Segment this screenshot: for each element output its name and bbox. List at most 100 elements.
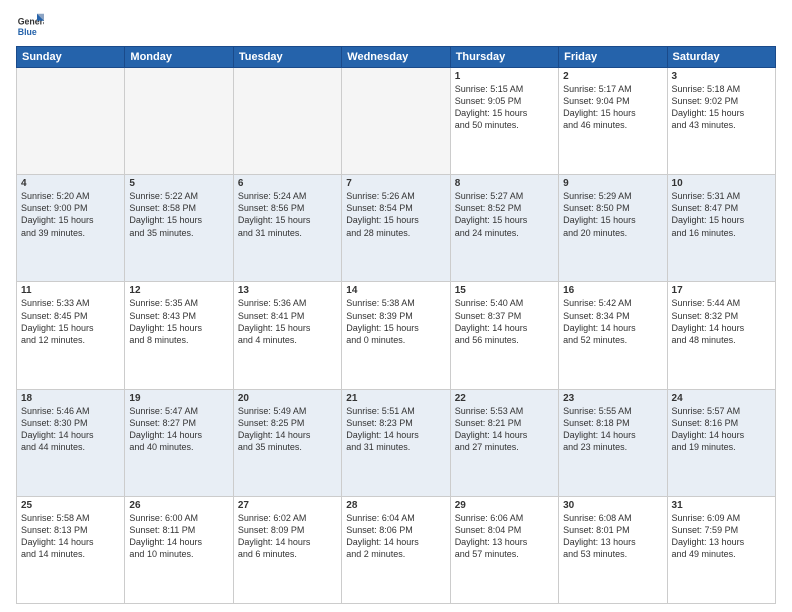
day-number: 15 <box>455 285 554 296</box>
day-info: Sunrise: 5:22 AM Sunset: 8:58 PM Dayligh… <box>129 190 228 239</box>
day-number: 19 <box>129 393 228 404</box>
calendar-cell: 9Sunrise: 5:29 AM Sunset: 8:50 PM Daylig… <box>559 175 667 282</box>
day-number: 14 <box>346 285 445 296</box>
day-info: Sunrise: 5:53 AM Sunset: 8:21 PM Dayligh… <box>455 405 554 454</box>
calendar-cell: 28Sunrise: 6:04 AM Sunset: 8:06 PM Dayli… <box>342 496 450 603</box>
day-number: 3 <box>672 71 771 82</box>
day-info: Sunrise: 5:57 AM Sunset: 8:16 PM Dayligh… <box>672 405 771 454</box>
calendar-cell <box>125 68 233 175</box>
calendar-cell: 29Sunrise: 6:06 AM Sunset: 8:04 PM Dayli… <box>450 496 558 603</box>
day-number: 24 <box>672 393 771 404</box>
day-info: Sunrise: 5:46 AM Sunset: 8:30 PM Dayligh… <box>21 405 120 454</box>
calendar-cell: 25Sunrise: 5:58 AM Sunset: 8:13 PM Dayli… <box>17 496 125 603</box>
calendar-cell: 31Sunrise: 6:09 AM Sunset: 7:59 PM Dayli… <box>667 496 775 603</box>
col-header-sunday: Sunday <box>17 47 125 68</box>
day-number: 22 <box>455 393 554 404</box>
day-info: Sunrise: 6:04 AM Sunset: 8:06 PM Dayligh… <box>346 512 445 561</box>
day-number: 11 <box>21 285 120 296</box>
page-header: General Blue <box>16 12 776 40</box>
day-info: Sunrise: 5:49 AM Sunset: 8:25 PM Dayligh… <box>238 405 337 454</box>
calendar-cell: 22Sunrise: 5:53 AM Sunset: 8:21 PM Dayli… <box>450 389 558 496</box>
calendar-cell <box>342 68 450 175</box>
day-info: Sunrise: 5:24 AM Sunset: 8:56 PM Dayligh… <box>238 190 337 239</box>
calendar-cell: 30Sunrise: 6:08 AM Sunset: 8:01 PM Dayli… <box>559 496 667 603</box>
calendar-cell: 11Sunrise: 5:33 AM Sunset: 8:45 PM Dayli… <box>17 282 125 389</box>
svg-text:Blue: Blue <box>18 27 37 37</box>
calendar-cell: 2Sunrise: 5:17 AM Sunset: 9:04 PM Daylig… <box>559 68 667 175</box>
day-number: 27 <box>238 500 337 511</box>
calendar-cell: 6Sunrise: 5:24 AM Sunset: 8:56 PM Daylig… <box>233 175 341 282</box>
day-number: 23 <box>563 393 662 404</box>
day-number: 21 <box>346 393 445 404</box>
calendar-cell: 7Sunrise: 5:26 AM Sunset: 8:54 PM Daylig… <box>342 175 450 282</box>
calendar-cell: 10Sunrise: 5:31 AM Sunset: 8:47 PM Dayli… <box>667 175 775 282</box>
calendar-cell: 1Sunrise: 5:15 AM Sunset: 9:05 PM Daylig… <box>450 68 558 175</box>
day-info: Sunrise: 5:36 AM Sunset: 8:41 PM Dayligh… <box>238 297 337 346</box>
week-row-3: 11Sunrise: 5:33 AM Sunset: 8:45 PM Dayli… <box>17 282 776 389</box>
day-number: 8 <box>455 178 554 189</box>
day-number: 13 <box>238 285 337 296</box>
day-info: Sunrise: 5:42 AM Sunset: 8:34 PM Dayligh… <box>563 297 662 346</box>
day-info: Sunrise: 6:08 AM Sunset: 8:01 PM Dayligh… <box>563 512 662 561</box>
day-number: 7 <box>346 178 445 189</box>
week-row-4: 18Sunrise: 5:46 AM Sunset: 8:30 PM Dayli… <box>17 389 776 496</box>
day-info: Sunrise: 5:44 AM Sunset: 8:32 PM Dayligh… <box>672 297 771 346</box>
calendar-cell: 23Sunrise: 5:55 AM Sunset: 8:18 PM Dayli… <box>559 389 667 496</box>
col-header-wednesday: Wednesday <box>342 47 450 68</box>
col-header-friday: Friday <box>559 47 667 68</box>
day-info: Sunrise: 5:35 AM Sunset: 8:43 PM Dayligh… <box>129 297 228 346</box>
day-number: 4 <box>21 178 120 189</box>
calendar-cell: 14Sunrise: 5:38 AM Sunset: 8:39 PM Dayli… <box>342 282 450 389</box>
calendar-cell: 17Sunrise: 5:44 AM Sunset: 8:32 PM Dayli… <box>667 282 775 389</box>
day-info: Sunrise: 5:33 AM Sunset: 8:45 PM Dayligh… <box>21 297 120 346</box>
day-number: 30 <box>563 500 662 511</box>
day-number: 5 <box>129 178 228 189</box>
week-row-1: 1Sunrise: 5:15 AM Sunset: 9:05 PM Daylig… <box>17 68 776 175</box>
logo-icon: General Blue <box>16 12 44 40</box>
day-number: 28 <box>346 500 445 511</box>
calendar-cell: 18Sunrise: 5:46 AM Sunset: 8:30 PM Dayli… <box>17 389 125 496</box>
day-number: 16 <box>563 285 662 296</box>
calendar-table: SundayMondayTuesdayWednesdayThursdayFrid… <box>16 46 776 604</box>
calendar-cell: 20Sunrise: 5:49 AM Sunset: 8:25 PM Dayli… <box>233 389 341 496</box>
calendar-cell: 16Sunrise: 5:42 AM Sunset: 8:34 PM Dayli… <box>559 282 667 389</box>
calendar-cell: 8Sunrise: 5:27 AM Sunset: 8:52 PM Daylig… <box>450 175 558 282</box>
day-number: 17 <box>672 285 771 296</box>
calendar-cell: 15Sunrise: 5:40 AM Sunset: 8:37 PM Dayli… <box>450 282 558 389</box>
day-number: 9 <box>563 178 662 189</box>
calendar-cell: 26Sunrise: 6:00 AM Sunset: 8:11 PM Dayli… <box>125 496 233 603</box>
calendar-cell: 19Sunrise: 5:47 AM Sunset: 8:27 PM Dayli… <box>125 389 233 496</box>
day-info: Sunrise: 5:31 AM Sunset: 8:47 PM Dayligh… <box>672 190 771 239</box>
day-info: Sunrise: 5:17 AM Sunset: 9:04 PM Dayligh… <box>563 83 662 132</box>
day-number: 6 <box>238 178 337 189</box>
day-info: Sunrise: 5:20 AM Sunset: 9:00 PM Dayligh… <box>21 190 120 239</box>
header-row: SundayMondayTuesdayWednesdayThursdayFrid… <box>17 47 776 68</box>
day-info: Sunrise: 5:29 AM Sunset: 8:50 PM Dayligh… <box>563 190 662 239</box>
col-header-monday: Monday <box>125 47 233 68</box>
day-number: 26 <box>129 500 228 511</box>
day-info: Sunrise: 5:55 AM Sunset: 8:18 PM Dayligh… <box>563 405 662 454</box>
calendar-cell <box>233 68 341 175</box>
day-number: 20 <box>238 393 337 404</box>
day-number: 31 <box>672 500 771 511</box>
day-number: 12 <box>129 285 228 296</box>
calendar-cell: 27Sunrise: 6:02 AM Sunset: 8:09 PM Dayli… <box>233 496 341 603</box>
logo: General Blue <box>16 12 48 40</box>
calendar-cell: 21Sunrise: 5:51 AM Sunset: 8:23 PM Dayli… <box>342 389 450 496</box>
day-number: 18 <box>21 393 120 404</box>
day-info: Sunrise: 6:09 AM Sunset: 7:59 PM Dayligh… <box>672 512 771 561</box>
calendar-cell: 5Sunrise: 5:22 AM Sunset: 8:58 PM Daylig… <box>125 175 233 282</box>
week-row-2: 4Sunrise: 5:20 AM Sunset: 9:00 PM Daylig… <box>17 175 776 282</box>
day-number: 1 <box>455 71 554 82</box>
day-info: Sunrise: 5:27 AM Sunset: 8:52 PM Dayligh… <box>455 190 554 239</box>
day-info: Sunrise: 5:26 AM Sunset: 8:54 PM Dayligh… <box>346 190 445 239</box>
col-header-saturday: Saturday <box>667 47 775 68</box>
day-info: Sunrise: 6:06 AM Sunset: 8:04 PM Dayligh… <box>455 512 554 561</box>
day-number: 2 <box>563 71 662 82</box>
col-header-tuesday: Tuesday <box>233 47 341 68</box>
calendar-cell: 4Sunrise: 5:20 AM Sunset: 9:00 PM Daylig… <box>17 175 125 282</box>
calendar-cell <box>17 68 125 175</box>
day-info: Sunrise: 6:00 AM Sunset: 8:11 PM Dayligh… <box>129 512 228 561</box>
day-info: Sunrise: 5:58 AM Sunset: 8:13 PM Dayligh… <box>21 512 120 561</box>
day-info: Sunrise: 5:15 AM Sunset: 9:05 PM Dayligh… <box>455 83 554 132</box>
